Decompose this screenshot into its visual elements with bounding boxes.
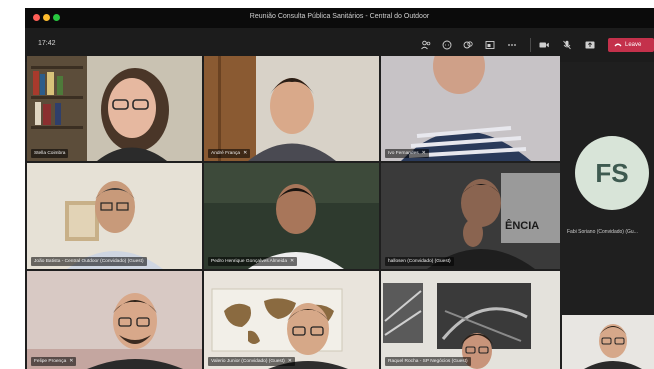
video-tile-valerio[interactable]: Valerio Junior (Convidado) (Guest) ✕ [204,271,379,369]
participant-name: hallosen (Convidado) (Guest) [388,259,451,264]
participant-name: Valerio Junior (Convidado) (Guest) [211,359,285,364]
participants-icon[interactable] [420,39,432,51]
hang-up-icon [614,43,622,47]
participant-video [27,163,202,269]
leave-button[interactable]: Leave [608,38,654,52]
participant-name-fs: Fabi Soriano (Convidado) (Gu... [567,229,638,235]
mic-muted-icon: ✕ [421,150,426,156]
mic-muted-icon: ✕ [287,358,292,364]
chat-icon[interactable] [441,39,453,51]
participant-video [562,315,654,369]
participant-name-tag: Ivo Fernandes ✕ [385,149,429,158]
participant-name-tag: Pedro Henrique Gonçalves Almeida ✕ [208,257,298,266]
video-tile-andre[interactable]: André França ✕ [204,56,379,161]
participant-name-tag: João Batista - Central Outdoor (Convidad… [31,257,147,266]
video-tile-raquel[interactable]: Raquel Rocha - SP Negócios (Guest) [381,271,560,369]
self-view-tile[interactable] [562,315,654,369]
participant-avatar-fs[interactable]: FS [575,136,649,210]
video-tile-pedro[interactable]: Pedro Henrique Gonçalves Almeida ✕ [204,163,379,269]
background-sign-text: ÊNCIA [505,219,539,232]
participant-name: Raquel Rocha - SP Negócios (Guest) [388,359,468,364]
participant-name-tag: Valerio Junior (Convidado) (Guest) ✕ [208,357,295,366]
toolbar-divider [530,38,531,52]
participant-video: ÊNCIA [381,163,560,269]
participant-video [27,271,202,369]
meeting-clock: 17:42 [38,40,56,47]
teams-meeting-window: Reunião Consulta Pública Sanitários - Ce… [25,8,654,369]
participant-name-tag: Stella Coimbra [31,149,69,158]
participant-name: André França [211,151,241,156]
rooms-icon[interactable] [484,39,496,51]
video-tile-ivo[interactable]: Ivo Fernandes ✕ [381,56,560,161]
participant-video [381,56,560,161]
video-tile-felipe[interactable]: Felipe Proença ✕ [27,271,202,369]
video-tile-joao[interactable]: João Batista - Central Outdoor (Convidad… [27,163,202,269]
participant-name-tag: Raquel Rocha - SP Negócios (Guest) [385,357,471,366]
mic-off-icon[interactable] [561,39,573,51]
participant-name: Ivo Fernandes [388,151,419,156]
participant-video [381,271,560,369]
mic-muted-icon: ✕ [243,150,248,156]
mic-muted-icon: ✕ [69,358,74,364]
share-icon[interactable] [584,39,596,51]
participant-name-tag: André França ✕ [208,149,251,158]
reactions-icon[interactable] [462,39,474,51]
video-tile-hallosen[interactable]: ÊNCIA hallosen (Convidado) (Guest) [381,163,560,269]
participant-video [204,271,379,369]
title-bar: Reunião Consulta Pública Sanitários - Ce… [25,8,654,28]
camera-icon[interactable] [538,39,550,51]
participant-name: Pedro Henrique Gonçalves Almeida [211,259,287,264]
leave-label: Leave [625,42,642,48]
participant-video [204,56,379,161]
window-title: Reunião Consulta Pública Sanitários - Ce… [249,13,430,20]
participant-name-tag: Felipe Proença ✕ [31,357,77,366]
participant-name: Felipe Proença [34,359,67,364]
participant-video [27,56,202,161]
participant-name-tag: hallosen (Convidado) (Guest) [385,257,454,266]
video-tile-stella[interactable]: Stella Coimbra [27,56,202,161]
participant-video [204,163,379,269]
more-icon[interactable] [506,39,518,51]
participant-name: Stella Coimbra [34,151,66,156]
mic-muted-icon: ✕ [290,258,295,264]
participant-name: João Batista - Central Outdoor (Convidad… [34,259,144,264]
